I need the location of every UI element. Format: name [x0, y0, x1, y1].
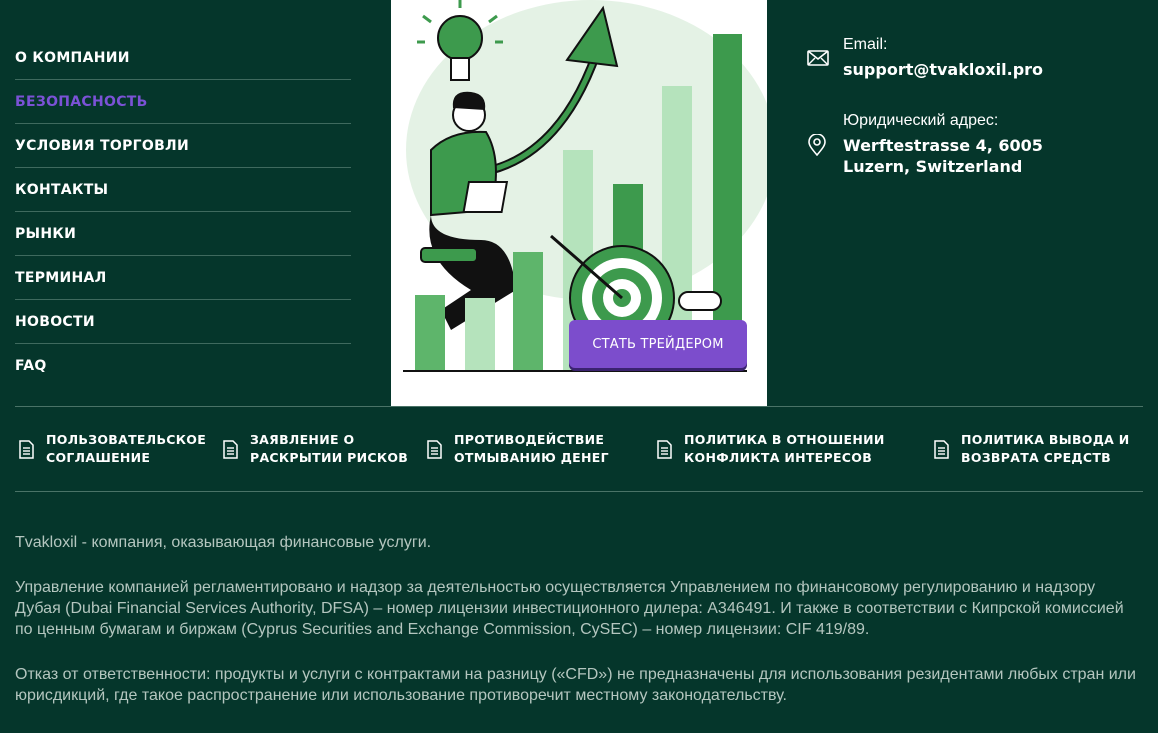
document-icon	[19, 440, 34, 464]
doc-risk-disclosure-line2: РАСКРЫТИИ РИСКОВ	[250, 450, 409, 465]
document-icon	[427, 440, 442, 464]
doc-user-agreement-line2: СОГЛАШЕНИЕ	[46, 450, 151, 465]
nav-item-security[interactable]: БЕЗОПАСНОСТЬ	[15, 80, 351, 124]
nav-item-trading-conditions[interactable]: УСЛОВИЯ ТОРГОВЛИ	[15, 124, 351, 168]
location-pin-icon	[807, 133, 827, 161]
legal-company-description: Tvakloxil - компания, оказывающая финанс…	[15, 534, 432, 551]
email-link[interactable]: support@tvakloxil.pro	[843, 59, 1043, 80]
divider-bottom	[15, 491, 1143, 492]
doc-withdrawal-policy-line1: ПОЛИТИКА ВЫВОДА И	[961, 432, 1130, 447]
email-label: Email:	[843, 36, 888, 53]
legal-regulation: Управление компанией регламентировано и …	[15, 579, 1124, 638]
doc-user-agreement[interactable]: ПОЛЬЗОВАТЕЛЬСКОЕ СОГЛАШЕНИЕ	[19, 431, 206, 467]
document-icon	[934, 440, 949, 464]
divider-top	[15, 406, 1143, 407]
doc-aml[interactable]: ПРОТИВОДЕЙСТВИЕ ОТМЫВАНИЮ ДЕНЕГ	[427, 431, 609, 467]
documents-row: ПОЛЬЗОВАТЕЛЬСКОЕ СОГЛАШЕНИЕ ЗАЯВЛЕНИЕ О РА…	[15, 431, 1143, 471]
trader-illustration: СТАТЬ ТРЕЙДЕРОМ	[391, 0, 767, 406]
envelope-icon	[807, 50, 829, 71]
nav-item-contacts[interactable]: КОНТАКТЫ	[15, 168, 351, 212]
address-label: Юридический адрес:	[843, 112, 999, 129]
document-icon	[223, 440, 238, 464]
document-icon	[657, 440, 672, 464]
doc-withdrawal-policy-line2: ВОЗВРАТА СРЕДСТВ	[961, 450, 1111, 465]
doc-conflict-of-interest[interactable]: ПОЛИТИКА В ОТНОШЕНИИ КОНФЛИКТА ИНТЕРЕСОВ	[657, 431, 885, 467]
doc-aml-line1: ПРОТИВОДЕЙСТВИЕ	[454, 432, 605, 447]
nav-item-markets[interactable]: РЫНКИ	[15, 212, 351, 256]
legal-disclaimer: Отказ от ответственности: продукты и усл…	[15, 666, 1136, 704]
doc-risk-disclosure[interactable]: ЗАЯВЛЕНИЕ О РАСКРЫТИИ РИСКОВ	[223, 431, 408, 467]
nav-item-about[interactable]: О КОМПАНИИ	[15, 36, 351, 80]
nav-item-terminal[interactable]: ТЕРМИНАЛ	[15, 256, 351, 300]
doc-withdrawal-policy[interactable]: ПОЛИТИКА ВЫВОДА И ВОЗВРАТА СРЕДСТВ	[934, 431, 1130, 467]
nav-item-faq[interactable]: FAQ	[15, 344, 351, 387]
doc-user-agreement-line1: ПОЛЬЗОВАТЕЛЬСКОЕ	[46, 432, 207, 447]
doc-aml-line2: ОТМЫВАНИЮ ДЕНЕГ	[454, 450, 609, 465]
footer-nav: О КОМПАНИИ БЕЗОПАСНОСТЬ УСЛОВИЯ ТОРГОВЛИ…	[15, 36, 351, 387]
address-line2: Luzern, Switzerland	[843, 157, 1023, 176]
doc-conflict-of-interest-line2: КОНФЛИКТА ИНТЕРЕСОВ	[684, 450, 873, 465]
doc-conflict-of-interest-line1: ПОЛИТИКА В ОТНОШЕНИИ	[684, 432, 885, 447]
doc-risk-disclosure-line1: ЗАЯВЛЕНИЕ О	[250, 432, 355, 447]
nav-item-news[interactable]: НОВОСТИ	[15, 300, 351, 344]
address-line1: Werftestrasse 4, 6005	[843, 136, 1043, 155]
become-trader-button[interactable]: СТАТЬ ТРЕЙДЕРОМ	[569, 320, 747, 368]
